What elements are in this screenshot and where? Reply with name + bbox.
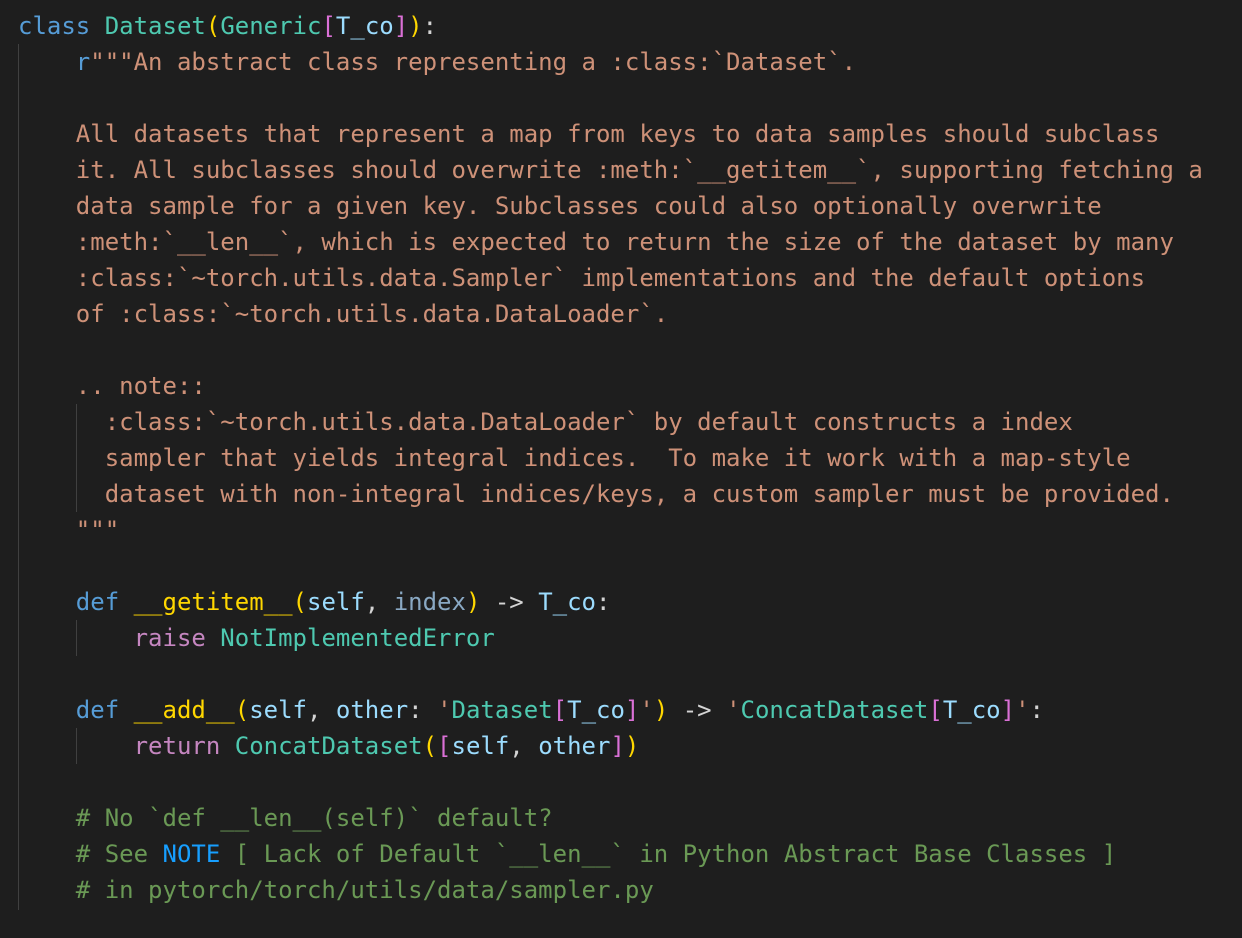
code-token: Generic [220,12,322,40]
code-line: data sample for a given key. Subclasses … [18,188,1102,224]
code-token: __getitem__ [133,588,293,616]
code-token: other [335,696,409,724]
code-token: ( [292,588,307,616]
code-token: [ [928,696,943,724]
code-token: ConcatDataset [740,696,929,724]
code-token: ) [624,732,640,760]
code-token: T_co [538,588,596,616]
code-token: ' [1015,696,1030,724]
code-token: NOTE [162,840,221,868]
code-token: self [249,696,307,724]
code-token: def [75,588,134,616]
code-token: -> [668,696,727,724]
code-token: ' [639,696,654,724]
code-line: it. All subclasses should overwrite :met… [18,152,1203,188]
code-token: : [422,12,438,40]
code-token: dataset with non-integral indices/keys, … [18,480,1174,508]
code-token: raise [133,624,221,652]
code-line: :class:`~torch.utils.data.Sampler` imple… [18,260,1145,296]
code-token: ) [465,588,481,616]
code-token: # See [18,840,163,868]
code-line: .. note:: [18,368,206,404]
code-token: class [18,12,105,40]
code-line: # See NOTE [ Lack of Default `__len__` i… [18,836,1116,872]
code-token: : [1029,696,1044,724]
code-line: sampler that yields integral indices. To… [18,440,1131,476]
code-token: : [596,588,611,616]
code-token: [ [321,12,336,40]
code-line: """ [18,512,119,548]
code-token: r [75,48,91,76]
code-token: T_co [942,696,1001,724]
code-token: NotImplementedError [220,624,495,652]
code-line: # in pytorch/torch/utils/data/sampler.py [18,872,654,908]
code-token: ( [205,12,221,40]
code-token: , [307,696,336,724]
code-token: # No `def __len__(self)` default? [18,804,553,832]
code-line: r"""An abstract class representing a :cl… [18,44,856,80]
code-token: """An abstract class representing a :cla… [90,48,857,76]
code-token: T_co [567,696,625,724]
code-token: ) [408,12,423,40]
code-line: of :class:`~torch.utils.data.DataLoader`… [18,296,668,332]
code-token: .. note:: [18,372,206,400]
code-token: Dataset [451,696,553,724]
code-token: ( [234,696,250,724]
code-token: other [538,732,611,760]
code-token: Dataset [104,12,206,40]
code-line: class Dataset(Generic[T_co]): [18,8,437,44]
code-token: return [133,732,235,760]
code-token: data sample for a given key. Subclasses … [18,192,1102,220]
code-token: sampler that yields integral indices. To… [18,444,1131,472]
code-line: All datasets that represent a map from k… [18,116,1160,152]
code-token: ] [393,12,409,40]
code-token: ConcatDataset [234,732,423,760]
code-line: def __add__(self, other: 'Dataset[T_co]'… [18,692,1044,728]
code-line: dataset with non-integral indices/keys, … [18,476,1174,512]
code-token: ' [726,696,741,724]
code-token: :class:`~torch.utils.data.DataLoader` by… [18,408,1073,436]
code-token: ) [653,696,669,724]
code-token: ( [422,732,438,760]
code-token: index [393,588,466,616]
code-token: self [451,732,510,760]
code-line: def __getitem__(self, index) -> T_co: [18,584,611,620]
code-token: All datasets that represent a map from k… [18,120,1160,148]
code-token: , [364,588,394,616]
code-token: [ [552,696,568,724]
code-token: ] [610,732,625,760]
code-token: of :class:`~torch.utils.data.DataLoader`… [18,300,669,328]
code-token: -> [480,588,539,616]
code-token: it. All subclasses should overwrite :met… [18,156,1203,184]
code-token: :meth:`__len__`, which is expected to re… [18,228,1174,256]
code-token: :class:`~torch.utils.data.Sampler` imple… [18,264,1146,292]
code-line: :class:`~torch.utils.data.DataLoader` by… [18,404,1073,440]
code-token: [ Lack of Default `__len__` in Python Ab… [220,840,1117,868]
code-line: # No `def __len__(self)` default? [18,800,553,836]
code-token: """ [18,516,120,544]
code-token: , [509,732,539,760]
code-token: T_co [335,12,394,40]
code-token: # in pytorch/torch/utils/data/sampler.py [18,876,654,904]
code-token: def [75,696,134,724]
code-line: raise NotImplementedError [18,620,495,656]
code-line: return ConcatDataset([self, other]) [18,728,640,764]
code-line: :meth:`__len__`, which is expected to re… [18,224,1174,260]
code-editor[interactable]: class Dataset(Generic[T_co]): r"""An abs… [0,0,1242,938]
code-token: ] [624,696,640,724]
code-token: [ [437,732,452,760]
code-token: self [307,588,365,616]
code-token: : [408,696,438,724]
code-token: ] [1000,696,1016,724]
code-token: ' [437,696,452,724]
code-token: __add__ [133,696,235,724]
